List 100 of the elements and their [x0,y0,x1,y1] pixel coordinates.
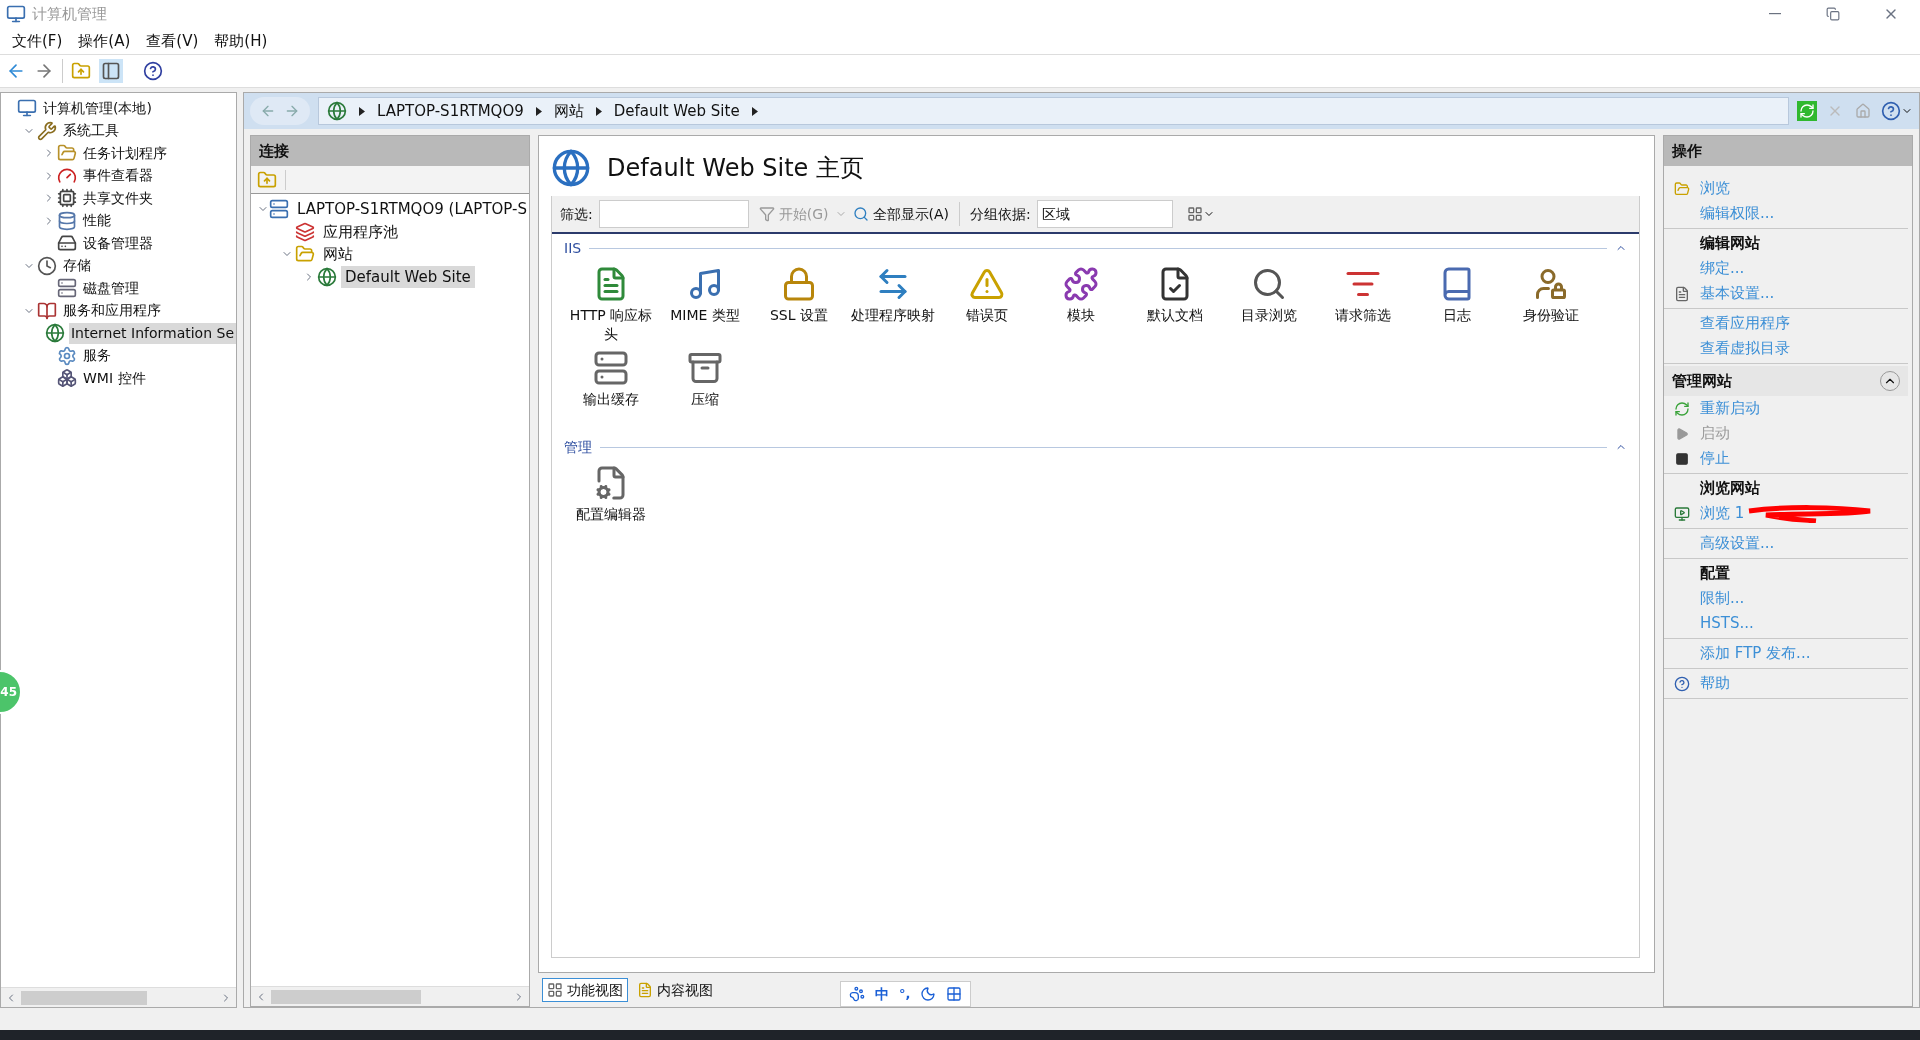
tree-item[interactable]: Default Web Site [341,265,475,288]
tree-item[interactable]: 系统工具 [61,120,121,142]
breadcrumb[interactable]: 网站 [553,99,584,123]
feature-label[interactable]: 错误页 [942,306,1032,325]
puzzle-icon [1063,266,1099,302]
panel-icon [101,61,121,81]
server-icon [57,278,77,299]
separator-arrow-icon[interactable] [751,106,758,116]
home-icon [1855,103,1871,119]
grid-view-icon [1186,206,1203,222]
tree-item[interactable]: 计算机管理(本地) [41,97,154,119]
tree-item[interactable]: Internet Information Se [68,322,236,344]
tree-item[interactable]: 存储 [61,255,93,277]
view-tab[interactable]: 功能视图 [542,978,628,1002]
event-log-icon [37,300,57,321]
window-title: 计算机管理 [32,3,107,25]
horizontal-scrollbar[interactable] [251,986,529,1006]
view-tab[interactable]: 内容视图 [632,978,718,1002]
help-button[interactable] [143,61,163,81]
section-heading: 配置 [1700,563,1730,585]
console-tree-button[interactable] [99,59,123,83]
separator-arrow-icon[interactable] [535,106,542,116]
device-icon [57,188,77,209]
menu-item[interactable]: 查看(V) [140,29,205,53]
tree-item[interactable]: 磁盘管理 [81,277,141,299]
separator-arrow-icon[interactable] [595,106,602,116]
tree-item[interactable]: 网站 [319,243,357,266]
feature-label[interactable]: 日志 [1412,306,1502,325]
feature-label[interactable]: 压缩 [660,390,750,409]
tree-item[interactable]: 共享文件夹 [81,187,155,209]
up-folder-button[interactable] [71,61,91,81]
feature-label[interactable]: 默认文档 [1130,306,1220,325]
grid-view-icon [547,982,563,998]
section-header: 管理网站 [1672,370,1732,392]
help-button[interactable] [1881,101,1913,121]
horizontal-scrollbar[interactable] [1,987,236,1007]
feature-label[interactable]: 请求筛选 [1318,306,1408,325]
tree-item[interactable]: 应用程序池 [319,220,402,243]
forward-button[interactable] [284,103,300,119]
forward-arrow-icon [284,103,300,119]
view-mode-button[interactable] [1186,206,1215,222]
tree-item[interactable]: 性能 [81,210,113,232]
globe-icon [327,101,347,121]
funnel-icon [758,206,775,222]
refresh-button[interactable] [1797,101,1817,121]
paw-icon[interactable] [849,986,865,1002]
app-pool-icon [295,221,315,242]
feature-label[interactable]: MIME 类型 [660,306,750,325]
tree-item[interactable]: WMI 控件 [81,367,148,389]
feature-label[interactable]: HTTP 响应标头 [566,306,656,344]
gear-icon [57,345,77,366]
tree-item[interactable]: 服务 [81,345,113,367]
back-arrow-icon [260,103,276,119]
tree-item[interactable]: LAPTOP-S1RTMQO9 (LAPTOP-S [293,198,529,221]
feature-label[interactable]: 配置编辑器 [566,505,656,524]
punctuation-mode[interactable]: °, [899,984,911,1004]
feature-label[interactable]: 身份验证 [1506,306,1596,325]
feature-label[interactable]: 输出缓存 [566,390,656,409]
tree-item[interactable]: 设备管理器 [81,232,155,254]
restore-icon [1826,7,1840,21]
feature-label[interactable]: 目录浏览 [1224,306,1314,325]
feature-label[interactable]: 处理程序映射 [848,306,938,325]
document-icon [637,982,653,998]
breadcrumb[interactable]: Default Web Site [613,99,740,123]
music-note-icon [687,266,723,302]
filter-label: 筛选: [560,204,593,224]
globe-icon [317,266,337,287]
storage-icon [57,210,77,231]
tree-item[interactable]: 事件查看器 [81,165,155,187]
server-icon [593,350,629,386]
help-icon [1674,675,1690,692]
tools-icon [37,120,57,141]
back-button[interactable] [260,103,276,119]
group-by-dropdown[interactable]: 区域 [1036,200,1173,228]
home-button[interactable] [1853,101,1873,121]
tree-item[interactable]: 任务计划程序 [81,142,169,164]
refresh-icon [1799,103,1815,119]
filter-field[interactable] [598,200,749,228]
panel-header: 连接 [251,136,529,166]
address-bar[interactable]: LAPTOP-S1RTMQO9 网站 Default Web Site [318,97,1789,125]
panel-header: 操作 [1664,136,1912,166]
grid-icon[interactable] [946,986,963,1002]
help-icon [1881,101,1901,121]
folder-up-icon [257,169,277,190]
refresh-icon [1674,400,1690,417]
feature-label[interactable]: 模块 [1036,306,1126,325]
globe-icon [551,148,591,188]
ime-mode[interactable]: 中 [875,983,889,1005]
menu-item[interactable]: 文件(F) [6,29,69,53]
section-heading: 编辑网站 [1700,233,1760,255]
moon-icon[interactable] [920,986,937,1002]
breadcrumb[interactable]: LAPTOP-S1RTMQO9 [377,99,524,123]
menu-item[interactable]: 帮助(H) [208,29,274,53]
separator-arrow-icon[interactable] [359,106,365,116]
tree-item[interactable]: 服务和应用程序 [61,300,163,322]
menu-item[interactable]: 操作(A) [72,29,137,53]
group-by-label: 分组依据: [970,204,1031,224]
connect-button[interactable] [257,169,277,190]
show-all-button[interactable]: 全部显示(A) [852,203,949,225]
feature-label[interactable]: SSL 设置 [754,306,844,325]
